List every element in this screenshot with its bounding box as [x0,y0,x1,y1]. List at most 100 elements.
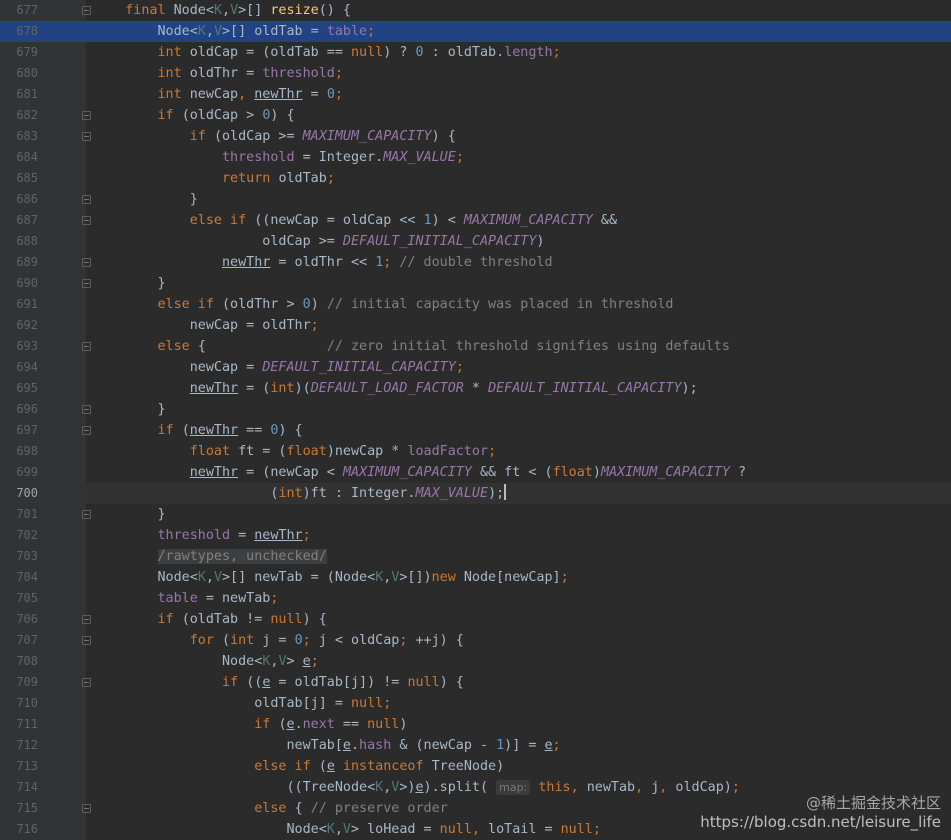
code-text[interactable]: table = newTab; [86,588,951,609]
code-line[interactable]: 706 if (oldTab != null) { [0,609,951,630]
code-line[interactable]: 678 Node<K,V>[] oldTab = table; [0,21,951,42]
line-gutter[interactable]: 701 [0,504,91,525]
code-line[interactable]: 710 oldTab[j] = null; [0,693,951,714]
code-text[interactable]: if (oldCap > 0) { [86,105,951,126]
line-gutter[interactable]: 698 [0,441,86,462]
line-gutter[interactable]: 685 [0,168,86,189]
code-line[interactable]: 705 table = newTab; [0,588,951,609]
code-line[interactable]: 696 } [0,399,951,420]
code-text[interactable]: if ((e = oldTab[j]) != null) { [86,672,951,693]
code-line[interactable]: 700 (int)ft : Integer.MAX_VALUE); [0,483,951,504]
line-gutter[interactable]: 709 [0,672,91,693]
line-gutter[interactable]: 680 [0,63,86,84]
code-text[interactable]: newThr = (newCap < MAXIMUM_CAPACITY && f… [86,462,951,483]
code-line[interactable]: 685 return oldTab; [0,168,951,189]
code-line[interactable]: 697 if (newThr == 0) { [0,420,951,441]
line-gutter[interactable]: 705 [0,588,86,609]
code-line[interactable]: 680 int oldThr = threshold; [0,63,951,84]
code-text[interactable]: /rawtypes, unchecked/ [86,546,951,567]
code-text[interactable]: if (newThr == 0) { [86,420,951,441]
line-gutter[interactable]: 715 [0,798,91,819]
line-gutter[interactable]: 712 [0,735,86,756]
code-line[interactable]: 699 newThr = (newCap < MAXIMUM_CAPACITY … [0,462,951,483]
code-line[interactable]: 688 oldCap >= DEFAULT_INITIAL_CAPACITY) [0,231,951,252]
line-gutter[interactable]: 678 [0,21,86,42]
code-line[interactable]: 694 newCap = DEFAULT_INITIAL_CAPACITY; [0,357,951,378]
code-text[interactable]: threshold = newThr; [86,525,951,546]
code-text[interactable]: return oldTab; [86,168,951,189]
code-text[interactable]: Node<K,V>[] newTab = (Node<K,V>[])new No… [86,567,951,588]
code-text[interactable]: else if (oldThr > 0) // initial capacity… [86,294,951,315]
line-gutter[interactable]: 713 [0,756,86,777]
line-gutter[interactable]: 688 [0,231,86,252]
code-line[interactable]: 691 else if (oldThr > 0) // initial capa… [0,294,951,315]
line-gutter[interactable]: 691 [0,294,86,315]
code-text[interactable]: (int)ft : Integer.MAX_VALUE); [86,483,951,504]
line-gutter[interactable]: 679 [0,42,86,63]
line-gutter[interactable]: 714 [0,777,86,798]
code-text[interactable]: threshold = Integer.MAX_VALUE; [86,147,951,168]
code-text[interactable]: newTab[e.hash & (newCap - 1)] = e; [86,735,951,756]
line-gutter[interactable]: 699 [0,462,86,483]
line-gutter[interactable]: 692 [0,315,86,336]
code-text[interactable]: final Node<K,V>[] resize() { [86,0,951,21]
code-line[interactable]: 681 int newCap, newThr = 0; [0,84,951,105]
code-line[interactable]: 709 if ((e = oldTab[j]) != null) { [0,672,951,693]
code-line[interactable]: 713 else if (e instanceof TreeNode) [0,756,951,777]
line-gutter[interactable]: 683 [0,126,91,147]
code-line[interactable]: 698 float ft = (float)newCap * loadFacto… [0,441,951,462]
line-gutter[interactable]: 703 [0,546,86,567]
line-gutter[interactable]: 687 [0,210,91,231]
code-text[interactable]: newThr = oldThr << 1; // double threshol… [86,252,951,273]
line-gutter[interactable]: 690 [0,273,91,294]
line-gutter[interactable]: 695 [0,378,86,399]
code-line[interactable]: 702 threshold = newThr; [0,525,951,546]
code-text[interactable]: if (oldCap >= MAXIMUM_CAPACITY) { [86,126,951,147]
code-text[interactable]: } [86,273,951,294]
code-line[interactable]: 692 newCap = oldThr; [0,315,951,336]
code-line[interactable]: 687 else if ((newCap = oldCap << 1) < MA… [0,210,951,231]
code-text[interactable]: else { // zero initial threshold signifi… [86,336,951,357]
code-line[interactable]: 682 if (oldCap > 0) { [0,105,951,126]
code-line[interactable]: 695 newThr = (int)(DEFAULT_LOAD_FACTOR *… [0,378,951,399]
line-gutter[interactable]: 706 [0,609,91,630]
line-gutter[interactable]: 708 [0,651,86,672]
code-line[interactable]: 707 for (int j = 0; j < oldCap; ++j) { [0,630,951,651]
code-line[interactable]: 704 Node<K,V>[] newTab = (Node<K,V>[])ne… [0,567,951,588]
code-text[interactable]: int newCap, newThr = 0; [86,84,951,105]
code-text[interactable]: oldTab[j] = null; [86,693,951,714]
line-gutter[interactable]: 716 [0,819,86,840]
line-gutter[interactable]: 696 [0,399,91,420]
code-line[interactable]: 690 } [0,273,951,294]
code-line[interactable]: 711 if (e.next == null) [0,714,951,735]
code-editor[interactable]: 677 final Node<K,V>[] resize() {678 Node… [0,0,951,840]
code-text[interactable]: if (e.next == null) [86,714,951,735]
code-text[interactable]: int oldThr = threshold; [86,63,951,84]
line-gutter[interactable]: 694 [0,357,86,378]
line-gutter[interactable]: 710 [0,693,86,714]
line-gutter[interactable]: 707 [0,630,91,651]
line-gutter[interactable]: 700 [0,483,86,504]
code-text[interactable]: } [86,504,951,525]
line-gutter[interactable]: 702 [0,525,86,546]
line-gutter[interactable]: 684 [0,147,86,168]
line-gutter[interactable]: 697 [0,420,91,441]
code-line[interactable]: 684 threshold = Integer.MAX_VALUE; [0,147,951,168]
code-text[interactable]: newCap = DEFAULT_INITIAL_CAPACITY; [86,357,951,378]
code-line[interactable]: 701 } [0,504,951,525]
code-line[interactable]: 703 /rawtypes, unchecked/ [0,546,951,567]
code-text[interactable]: } [86,399,951,420]
code-text[interactable]: else if (e instanceof TreeNode) [86,756,951,777]
code-line[interactable]: 679 int oldCap = (oldTab == null) ? 0 : … [0,42,951,63]
line-gutter[interactable]: 693 [0,336,91,357]
code-line[interactable]: 712 newTab[e.hash & (newCap - 1)] = e; [0,735,951,756]
line-gutter[interactable]: 711 [0,714,86,735]
code-line[interactable]: 686 } [0,189,951,210]
line-gutter[interactable]: 704 [0,567,86,588]
code-text[interactable]: else if ((newCap = oldCap << 1) < MAXIMU… [86,210,951,231]
code-line[interactable]: 689 newThr = oldThr << 1; // double thre… [0,252,951,273]
code-text[interactable]: if (oldTab != null) { [86,609,951,630]
code-line[interactable]: 693 else { // zero initial threshold sig… [0,336,951,357]
line-gutter[interactable]: 686 [0,189,91,210]
code-text[interactable]: newCap = oldThr; [86,315,951,336]
